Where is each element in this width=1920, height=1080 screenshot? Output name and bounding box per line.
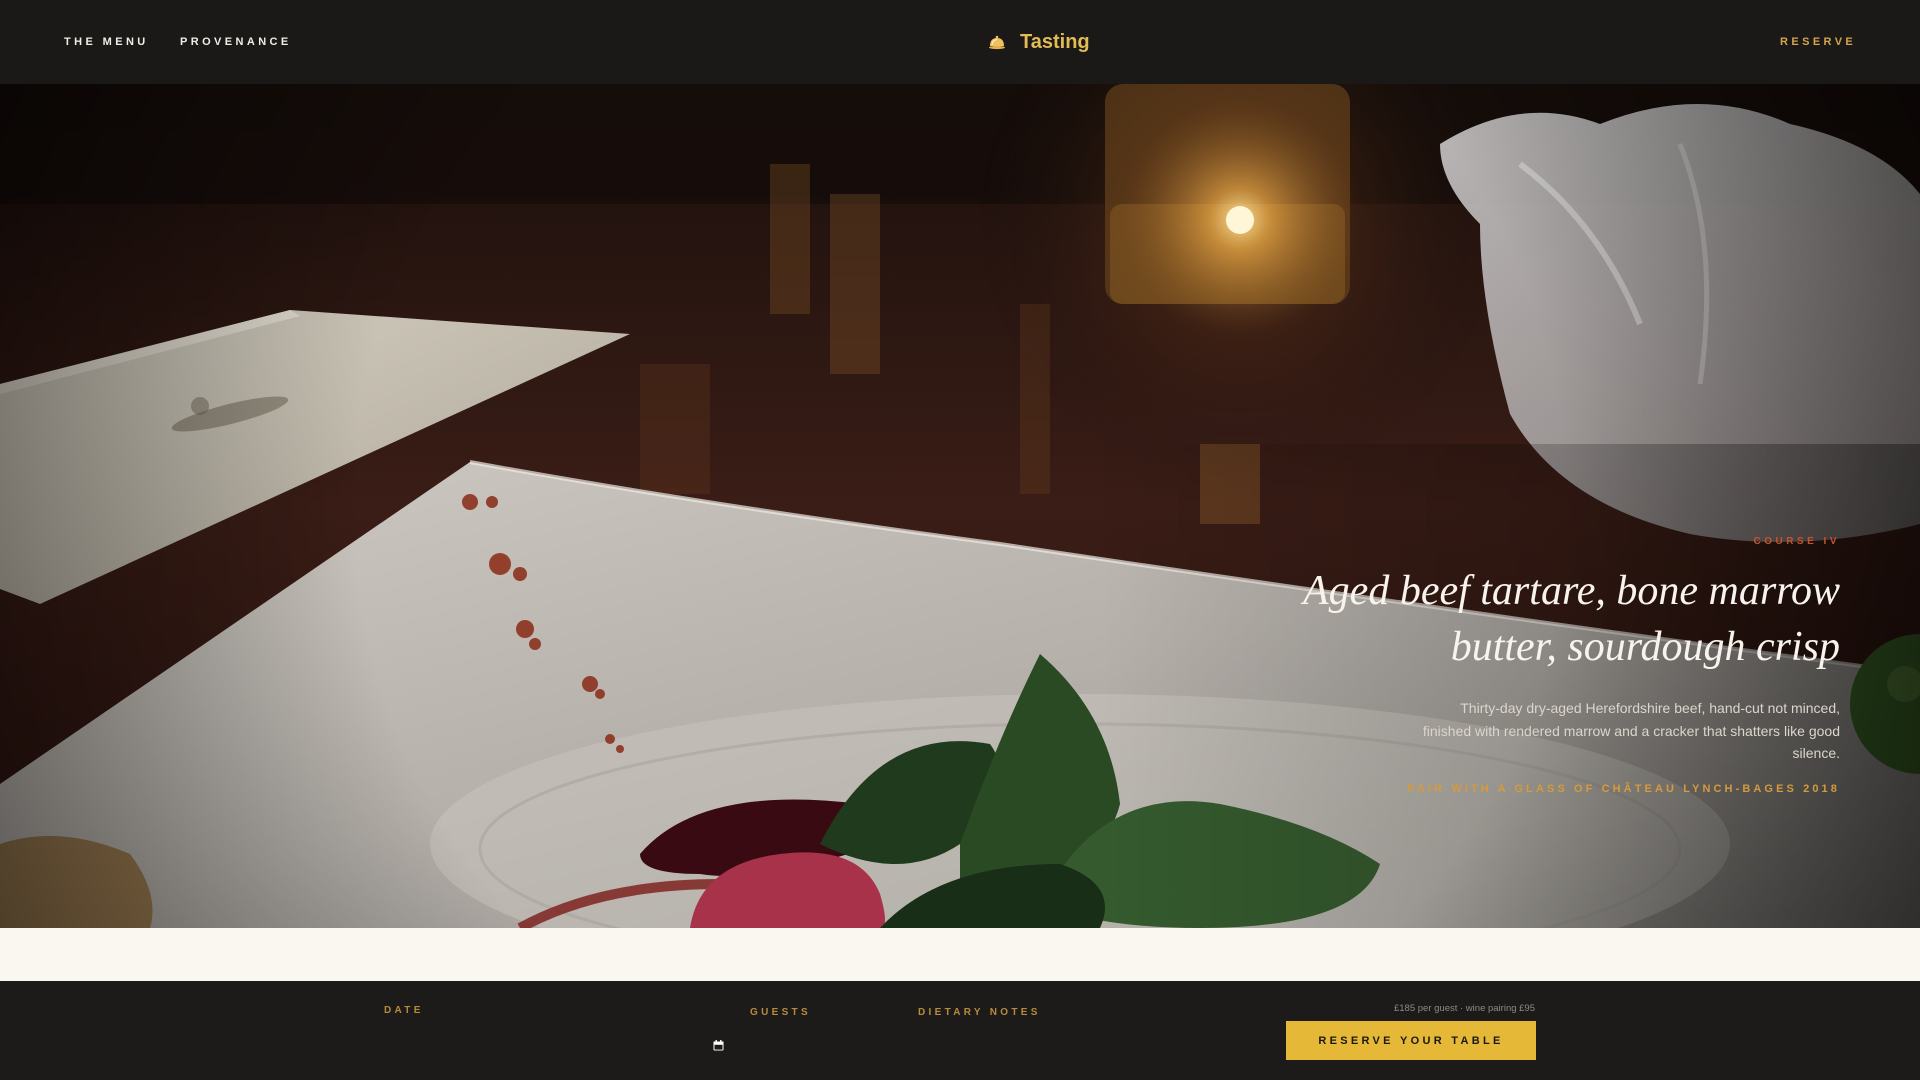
dish-title: Aged beef tartare, bone marrow butter, s… — [1303, 568, 1840, 670]
cloche-icon — [989, 35, 1005, 50]
nav-link-the-menu[interactable]: THE MENU — [64, 36, 149, 48]
course-label: COURSE IV — [1753, 536, 1840, 547]
reserve-table-button[interactable]: RESERVE YOUR TABLE — [1286, 1021, 1536, 1060]
dietary-notes-input[interactable] — [918, 1035, 1262, 1059]
wine-pairing: PAIR WITH A GLASS OF CHÂTEAU LYNCH-BAGES… — [1407, 782, 1840, 795]
brand-name: Tasting — [1020, 30, 1090, 53]
price-note: £185 per guest · wine pairing £95 — [1393, 1003, 1535, 1014]
section-divider — [0, 928, 1920, 981]
dish-description: Thirty-day dry-aged Herefordshire beef, … — [1422, 700, 1840, 761]
top-navigation: THE MENU PROVENANCE Tasting RESERVE — [0, 0, 1920, 84]
brand-logo[interactable]: Tasting — [988, 28, 1090, 56]
date-input[interactable] — [384, 1035, 728, 1059]
date-label: DATE — [384, 1005, 424, 1016]
calendar-icon[interactable] — [713, 1040, 724, 1051]
hero-photo-dish — [0, 84, 1920, 928]
nav-link-provenance[interactable]: PROVENANCE — [180, 36, 292, 48]
hero-section: COURSE IV Aged beef tartare, bone marrow… — [0, 84, 1920, 928]
guests-input[interactable] — [750, 1035, 904, 1059]
course-feature: COURSE IV Aged beef tartare, bone marrow… — [1280, 536, 1840, 795]
dietary-notes-label: DIETARY NOTES — [918, 1007, 1041, 1018]
reservation-bar: DATE GUESTS DIETARY NOTES £185 per guest… — [0, 981, 1920, 1080]
guests-label: GUESTS — [750, 1007, 811, 1018]
nav-reserve-link[interactable]: RESERVE — [1780, 36, 1856, 48]
